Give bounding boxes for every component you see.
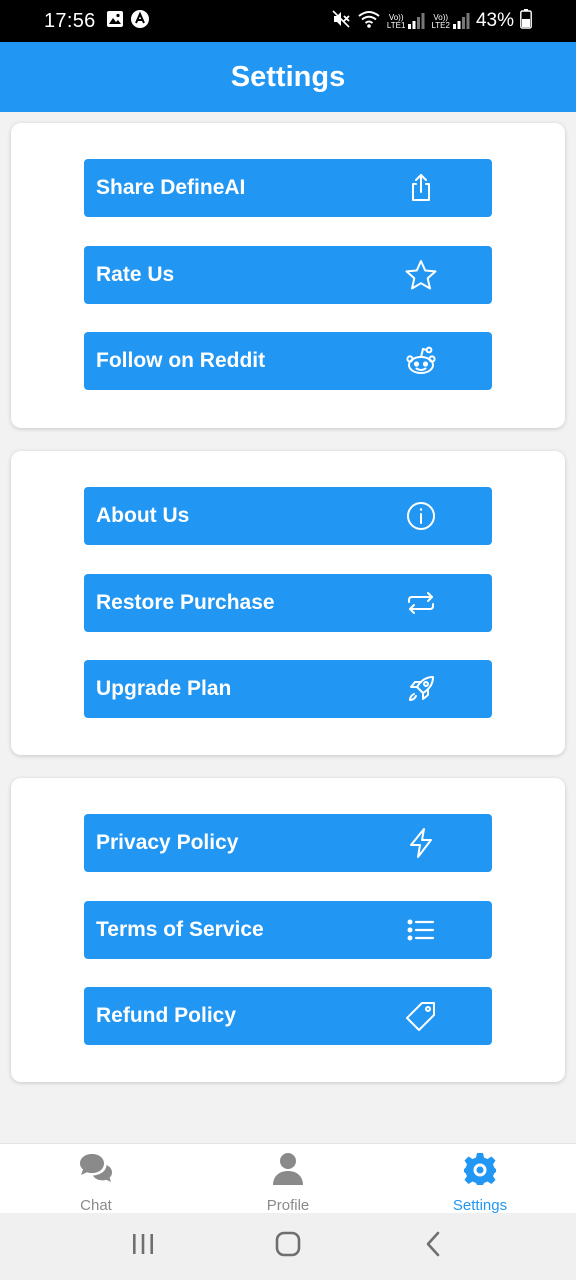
rate-us-button[interactable]: Rate Us	[84, 246, 492, 304]
system-navigation-bar	[0, 1213, 576, 1280]
bottom-navigation: Chat Profile Settings	[0, 1143, 576, 1214]
app-header: Settings	[0, 42, 576, 112]
battery-percent: 43%	[475, 10, 514, 31]
privacy-policy-button[interactable]: Privacy Policy	[84, 814, 492, 872]
lightning-icon	[404, 826, 438, 860]
nav-label-chat: Chat	[80, 1197, 112, 1214]
about-us-button-label: About Us	[96, 504, 190, 527]
chat-bubbles-icon	[78, 1151, 114, 1192]
tag-icon	[404, 999, 438, 1033]
mute-icon	[331, 9, 351, 34]
settings-card-account: About Us Restore Purchase Upgrade Plan	[11, 451, 565, 755]
sim2-signal-icon: Vo)) LTE2	[431, 12, 470, 30]
follow-reddit-button-label: Follow on Reddit	[96, 349, 266, 372]
upgrade-plan-button-label: Upgrade Plan	[96, 677, 232, 700]
list-icon	[404, 913, 438, 947]
app-notification-icon	[130, 9, 150, 34]
upgrade-plan-button[interactable]: Upgrade Plan	[84, 660, 492, 718]
terms-of-service-button[interactable]: Terms of Service	[84, 901, 492, 959]
settings-card-legal: Privacy Policy Terms of Service Refund P…	[11, 778, 565, 1082]
repeat-icon	[404, 586, 438, 620]
reddit-icon	[404, 344, 438, 378]
wifi-icon	[357, 9, 381, 34]
back-button[interactable]	[403, 1222, 463, 1272]
gear-icon	[462, 1151, 498, 1192]
refund-policy-button-label: Refund Policy	[96, 1004, 237, 1027]
sim1-signal-icon: Vo)) LTE1	[387, 12, 426, 30]
nav-item-settings[interactable]: Settings	[384, 1144, 576, 1214]
status-time: 17:56	[44, 9, 96, 32]
star-icon	[404, 258, 438, 292]
follow-reddit-button[interactable]: Follow on Reddit	[84, 332, 492, 390]
nav-item-chat[interactable]: Chat	[0, 1144, 192, 1214]
about-us-button[interactable]: About Us	[84, 487, 492, 545]
battery-icon	[520, 8, 532, 34]
rate-us-button-label: Rate Us	[96, 263, 175, 286]
home-icon	[275, 1231, 301, 1262]
refund-policy-button[interactable]: Refund Policy	[84, 987, 492, 1045]
share-button[interactable]: Share DefineAI	[84, 159, 492, 217]
nav-label-profile: Profile	[266, 1197, 310, 1214]
privacy-policy-button-label: Privacy Policy	[96, 831, 239, 854]
terms-of-service-button-label: Terms of Service	[96, 918, 264, 941]
gallery-notification-icon	[106, 10, 124, 33]
info-icon	[404, 499, 438, 533]
person-icon	[270, 1151, 306, 1192]
share-button-label: Share DefineAI	[96, 176, 246, 199]
restore-purchase-button[interactable]: Restore Purchase	[84, 574, 492, 632]
share-icon	[404, 171, 438, 205]
rocket-icon	[404, 672, 438, 706]
page-title: Settings	[230, 60, 346, 93]
nav-item-profile[interactable]: Profile	[192, 1144, 384, 1214]
status-bar: 17:56 Vo)) LTE1 Vo)) LTE2 43%	[0, 0, 576, 42]
nav-label-settings: Settings	[452, 1197, 508, 1214]
home-button[interactable]	[258, 1222, 318, 1272]
recent-apps-button[interactable]	[113, 1222, 173, 1272]
settings-card-share: Share DefineAI Rate Us Follow on Reddit	[11, 123, 565, 428]
back-chevron-icon	[423, 1231, 443, 1262]
restore-purchase-button-label: Restore Purchase	[96, 591, 275, 614]
recent-apps-icon	[130, 1232, 156, 1261]
